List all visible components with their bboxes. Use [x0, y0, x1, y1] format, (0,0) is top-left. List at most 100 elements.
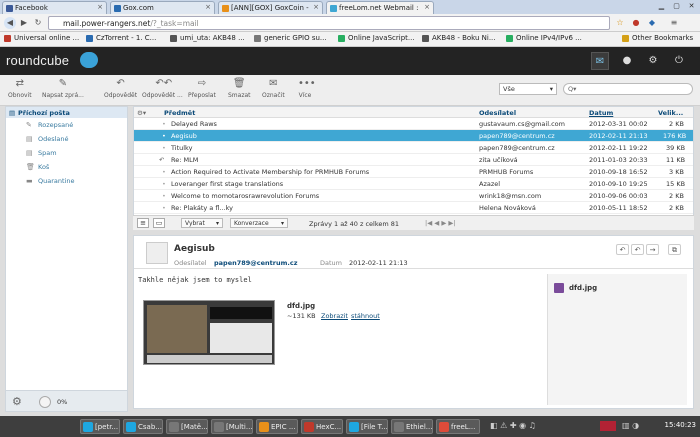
column-subject[interactable]: Předmět	[164, 109, 195, 117]
tab-label: [ANN][GOX] GoxCoin -	[231, 4, 309, 12]
gear-icon[interactable]: ⚙	[12, 395, 22, 408]
list-options-icon[interactable]: ⚙▾	[137, 109, 146, 117]
replied-icon: ↶	[159, 156, 165, 164]
row-size: 39 KB	[666, 144, 686, 152]
table-row[interactable]: • Delayed Raws gustavaum.cs@gmail.com 2012-…	[134, 118, 693, 130]
reply-all-icon[interactable]: ↶	[631, 244, 644, 255]
bookmark[interactable]: Universal online ...	[4, 34, 79, 42]
network-icon[interactable]: ▥ ◑	[622, 421, 639, 430]
address-bar[interactable]: mail.power-rangers.net/?_task=mail	[48, 16, 610, 30]
select-dropdown[interactable]: Vybrat ▾	[181, 218, 223, 228]
taskbar-item[interactable]: freeL...	[436, 419, 480, 434]
close-window-icon[interactable]: ✕	[685, 1, 698, 11]
tab-gox[interactable]: Gox.com ×	[110, 1, 215, 14]
taskbar-item[interactable]: [File T...	[346, 419, 388, 434]
folder-drafts[interactable]: ✎ Rozepsané	[6, 118, 127, 132]
refresh-icon: ⇄	[15, 78, 24, 89]
menu-icon[interactable]: ≡	[668, 17, 680, 29]
forward-button[interactable]: ⇨ Přeposlat	[188, 78, 216, 99]
folder-quarantine[interactable]: ▬ Quarantine	[6, 174, 127, 188]
taskbar-item[interactable]: [Multi...	[211, 419, 253, 434]
table-row[interactable]: • Loveranger first stage translations Azaz…	[134, 178, 693, 190]
reply-button[interactable]: ↶ Odpovědět	[104, 78, 137, 99]
table-row[interactable]: • Titulky papen789@centrum.cz 2012-02-11 19…	[134, 142, 693, 154]
taskbar-item[interactable]: EPIC ...	[256, 419, 298, 434]
compose-button[interactable]: ✎ Napsat zprá...	[42, 78, 84, 99]
taskbar-item[interactable]: [Matě...	[166, 419, 208, 434]
forward-icon[interactable]: ▶	[18, 17, 30, 29]
logout-icon[interactable]: ⏻	[670, 52, 688, 70]
tray-icons[interactable]: ◧ ⚠ ✚ ◉ ♫	[490, 421, 536, 430]
close-icon[interactable]: ×	[424, 3, 430, 11]
tab-goxcoin[interactable]: [ANN][GOX] GoxCoin - ×	[218, 1, 323, 14]
chrome-icon	[439, 422, 449, 432]
table-row-selected[interactable]: • Aegisub papen789@centrum.cz 2012-02-11 21…	[134, 130, 693, 142]
taskbar-item[interactable]: HexC...	[301, 419, 343, 434]
bookmark[interactable]: Online JavaScript...	[338, 34, 415, 42]
attachment-thumbnail[interactable]	[143, 300, 275, 365]
folder-inbox[interactable]: ▤ Příchozí pošta	[6, 107, 127, 118]
extension-icon[interactable]: ●	[630, 17, 642, 29]
table-row[interactable]: ↶ Re: MLM zita učíková 2011-01-03 20:33 11 K…	[134, 154, 693, 166]
reply-icon[interactable]: ↶	[616, 244, 629, 255]
delete-button[interactable]: 🗑 Smazat	[228, 78, 251, 99]
close-icon[interactable]: ×	[205, 3, 211, 11]
bookmark[interactable]: umi_uta: AKB48 ...	[170, 34, 245, 42]
taskbar-item[interactable]: Ethiel...	[391, 419, 433, 434]
table-row[interactable]: • Re: Plakáty a fl...ky Helena Nováková 201…	[134, 202, 693, 214]
reload-icon[interactable]: ↻	[32, 17, 44, 29]
close-icon[interactable]: ×	[313, 3, 319, 11]
flag-icon[interactable]	[600, 421, 616, 431]
taskbar-item[interactable]: [petr...	[80, 419, 120, 434]
bookmark-icon	[254, 35, 261, 42]
reply-all-button[interactable]: ↶↶ Odpovědět ...	[142, 78, 183, 99]
column-date[interactable]: Datum	[589, 109, 613, 117]
mark-button[interactable]: ✉ Označit	[262, 78, 285, 99]
column-from[interactable]: Odesílatel	[479, 109, 516, 117]
mail-icon[interactable]: ✉	[591, 52, 609, 70]
thread-layout-icon[interactable]: ▭	[153, 218, 165, 228]
contacts-icon[interactable]: ●	[618, 52, 636, 70]
table-row[interactable]: • Action Required to Activate Membership …	[134, 166, 693, 178]
taskbar-item[interactable]: Csab...	[123, 419, 163, 434]
column-size[interactable]: Velik...	[658, 109, 683, 117]
extension-icon[interactable]: ◆	[646, 17, 658, 29]
threads-dropdown[interactable]: Konverzace ▾	[230, 218, 288, 228]
other-bookmarks[interactable]: Other Bookmarks	[622, 34, 693, 42]
refresh-button[interactable]: ⇄ Obnovit	[8, 78, 32, 99]
settings-icon[interactable]: ⚙	[644, 52, 662, 70]
dot-icon: •	[162, 168, 166, 176]
minimize-icon[interactable]: ▁	[655, 1, 668, 11]
forward-icon[interactable]: →	[646, 244, 659, 255]
tab-facebook[interactable]: Facebook ×	[2, 1, 107, 14]
folder-sent[interactable]: ▤ Odeslané	[6, 132, 127, 146]
bookmark[interactable]: generic GPIO su...	[254, 34, 327, 42]
roundcube-icon	[330, 5, 337, 12]
from-address[interactable]: papen789@centrum.cz	[214, 259, 298, 267]
folder-trash[interactable]: 🗑 Koš	[6, 160, 127, 174]
message-subject: Aegisub	[174, 244, 215, 254]
maximize-icon[interactable]: ▢	[670, 1, 683, 11]
search-input[interactable]: Q▾	[563, 83, 693, 95]
table-row[interactable]: • Welcome to momotarosrawrevolution Forum…	[134, 190, 693, 202]
logo-icon	[80, 52, 98, 68]
pager-icon[interactable]: |◀ ◀ ▶ ▶|	[425, 219, 456, 227]
download-link[interactable]: stáhnout	[351, 312, 380, 320]
attachment-side-name[interactable]: dfd.jpg	[569, 284, 597, 292]
close-icon[interactable]: ×	[97, 3, 103, 11]
maximize-icon[interactable]: ⧉	[668, 244, 681, 255]
tab-webmail[interactable]: freeLom.net Webmail : ×	[326, 1, 434, 14]
back-icon[interactable]: ◀	[4, 17, 16, 29]
bookmark[interactable]: AKB48 - Boku Ni...	[422, 34, 496, 42]
star-icon[interactable]: ☆	[614, 17, 626, 29]
folder-label: Koš	[38, 163, 50, 171]
tool-label: Napsat zprá...	[42, 92, 84, 99]
show-link[interactable]: Zobrazit	[321, 312, 348, 320]
filter-select[interactable]: Vše ▾	[499, 83, 557, 95]
more-button[interactable]: ••• Více	[298, 78, 316, 99]
list-layout-icon[interactable]: ≡	[137, 218, 149, 228]
folder-spam[interactable]: ▤ Spam	[6, 146, 127, 160]
row-date: 2011-01-03 20:33	[589, 156, 648, 164]
bookmark[interactable]: Online IPv4/IPv6 ...	[506, 34, 582, 42]
bookmark[interactable]: CzTorrent - 1. C...	[86, 34, 156, 42]
